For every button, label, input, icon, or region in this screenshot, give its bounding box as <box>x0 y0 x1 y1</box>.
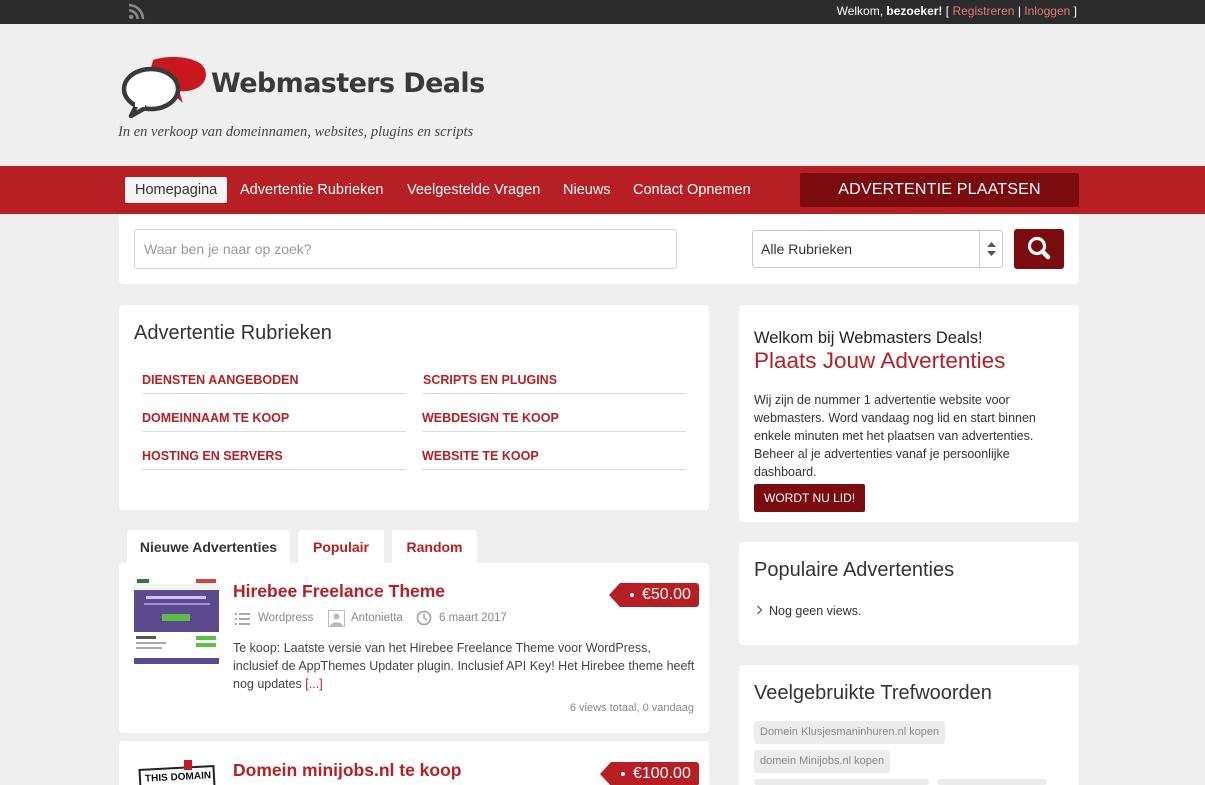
category-domeinnaam-te-koop[interactable]: DOMEINNAAM TE KOOP <box>142 411 289 425</box>
clock-icon <box>416 610 432 626</box>
rss-icon[interactable] <box>128 3 145 20</box>
join-button[interactable]: WORDT NU LID! <box>754 484 866 512</box>
search-input[interactable] <box>134 229 677 269</box>
category-divider <box>422 393 686 394</box>
top-bar: Welkom, bezoeker! [ Registreren | Inlogg… <box>0 0 1205 24</box>
register-link[interactable]: Registreren <box>952 4 1014 18</box>
tab-populair[interactable]: Populair <box>298 530 384 564</box>
separator: | <box>1014 4 1025 18</box>
category-select[interactable]: Alle Rubrieken <box>752 230 1003 268</box>
welcome-prefix: Welkom, <box>836 4 887 18</box>
tab-nieuwe-advertenties[interactable]: Nieuwe Advertenties <box>127 530 290 564</box>
site-header: Webmasters Deals In en verkoop van domei… <box>0 24 1205 166</box>
welcome-subheading: Plaats Jouw Advertenties <box>754 348 1006 373</box>
listing-views: 6 views totaal, 0 vandaag <box>569 702 694 714</box>
search-bar: Alle Rubrieken <box>119 214 1079 284</box>
chevron-right-icon <box>757 605 763 615</box>
listing-title[interactable]: Domein minijobs.nl te koop <box>233 760 461 781</box>
welcome-message: Welkom, bezoeker! [ Registreren | Inlogg… <box>837 4 1077 18</box>
listing-title[interactable]: Hirebee Freelance Theme <box>233 581 445 602</box>
listing-thumbnail[interactable] <box>134 578 219 666</box>
category-scripts-en-plugins[interactable]: SCRIPTS EN PLUGINS <box>423 373 557 387</box>
bracket-open: [ <box>942 4 953 18</box>
listing-card: Hirebee Freelance Theme €50.00 Wordpress… <box>119 563 709 733</box>
category-webdesign-te-koop[interactable]: WEBDESIGN TE KOOP <box>422 411 559 425</box>
tag-chip-partial <box>754 779 929 785</box>
list-icon <box>235 613 250 625</box>
listing-card: THIS DOMAIN Domein minijobs.nl te koop €… <box>119 741 709 785</box>
category-divider <box>422 469 686 470</box>
price-tag: €100.00 <box>600 762 699 785</box>
category-select-value: Alle Rubrieken <box>761 241 853 257</box>
nav-item-advertentie-rubrieken[interactable]: Advertentie Rubrieken <box>240 177 383 203</box>
tag-chip[interactable]: domein Minijobs.nl kopen <box>754 750 891 773</box>
category-website-te-koop[interactable]: WEBSITE TE KOOP <box>422 449 539 463</box>
popular-title: Populaire Advertenties <box>754 559 955 581</box>
listing-description-text: Te koop: Laatste versie van het Hirebee … <box>233 641 695 691</box>
category-divider <box>142 469 406 470</box>
tags-title: Veelgebruikte Trefwoorden <box>754 682 992 704</box>
brand-name[interactable]: Webmasters Deals <box>211 68 485 99</box>
select-arrows-icon[interactable] <box>979 231 1002 267</box>
welcome-user: bezoeker! <box>886 4 943 18</box>
category-divider <box>422 431 686 432</box>
category-divider <box>142 393 406 394</box>
welcome-heading: Welkom bij Webmasters Deals! <box>754 329 983 347</box>
user-icon <box>328 610 345 627</box>
tagline: In en verkoop van domeinnamen, websites,… <box>118 124 474 140</box>
bracket-close: ] <box>1070 4 1077 18</box>
category-divider <box>142 431 406 432</box>
welcome-card: Welkom bij Webmasters Deals! Plaats Jouw… <box>739 305 1079 522</box>
category-hosting-en-servers[interactable]: HOSTING EN SERVERS <box>142 449 283 463</box>
nav-item-contact-opnemen[interactable]: Contact Opnemen <box>633 177 751 203</box>
popular-empty-text: Nog geen views. <box>769 604 862 618</box>
categories-card: Advertentie Rubrieken DIENSTEN AANGEBODE… <box>119 305 709 510</box>
tags-card: Veelgebruikte Trefwoorden Domein Klusjes… <box>739 665 1079 785</box>
listing-author[interactable]: Antonietta <box>351 612 403 624</box>
tag-chip[interactable]: Domein Klusjesmaninhuren.nl kopen <box>754 721 946 744</box>
nav-item-nieuws[interactable]: Nieuws <box>563 177 611 203</box>
search-icon <box>1027 236 1051 260</box>
place-ad-button[interactable]: ADVERTENTIE PLAATSEN <box>800 173 1079 207</box>
search-button[interactable] <box>1014 229 1064 269</box>
nav-item-homepagina[interactable]: Homepagina <box>125 177 228 203</box>
category-diensten-aangeboden[interactable]: DIENSTEN AANGEBODEN <box>142 373 299 387</box>
speech-bubbles-logo-icon[interactable] <box>121 56 207 118</box>
nav-item-veelgestelde-vragen[interactable]: Veelgestelde Vragen <box>407 177 540 203</box>
price-tag: €50.00 <box>609 583 699 607</box>
login-link[interactable]: Inloggen <box>1024 4 1070 18</box>
listing-date: 6 maart 2017 <box>439 612 507 624</box>
listing-category[interactable]: Wordpress <box>258 612 313 624</box>
popular-card: Populaire Advertenties Nog geen views. <box>739 542 1079 645</box>
read-more-link[interactable]: [...] <box>305 677 322 691</box>
listing-description: Te koop: Laatste versie van het Hirebee … <box>233 639 698 693</box>
categories-title: Advertentie Rubrieken <box>134 322 332 344</box>
tag-chip-partial <box>937 779 1047 785</box>
main-navigation: Homepagina Advertentie Rubrieken Veelges… <box>0 166 1205 214</box>
welcome-text: Wij zijn de nummer 1 advertentie website… <box>754 393 1036 479</box>
tab-random[interactable]: Random <box>392 530 477 564</box>
